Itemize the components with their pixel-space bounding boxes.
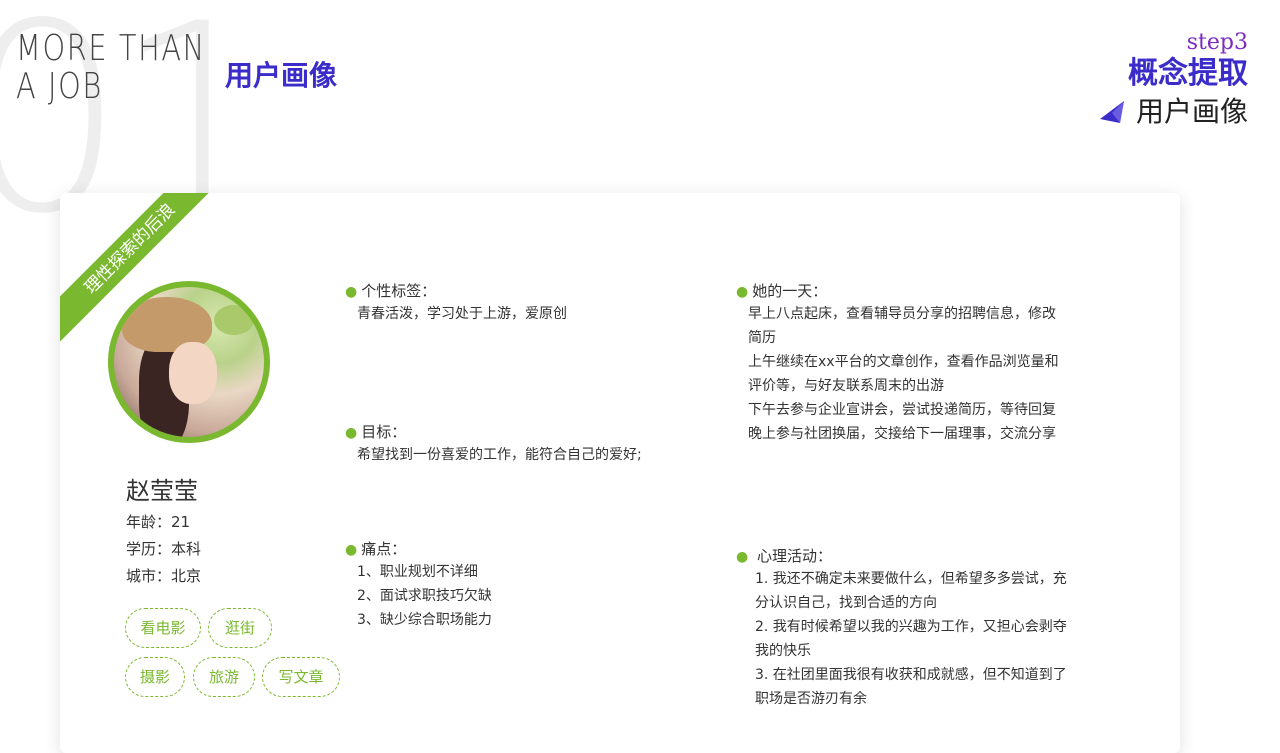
brand-logo: MORE THAN A JOB [16, 30, 206, 106]
brand-line-2: A JOB [16, 66, 103, 107]
tags-section-title: 个性标签： [361, 282, 437, 300]
hobby-tag: 逛街 [208, 608, 272, 648]
step-label: step3 [1186, 30, 1248, 55]
step-subtitle: 用户画像 [1135, 95, 1248, 128]
hobby-tag: 看电影 [125, 608, 201, 648]
day-section-line: 上午继续在xx平台的文章创作，查看作品浏览量和 [748, 354, 1059, 370]
step-subtitle-row: 用户画像 [1098, 92, 1248, 132]
goal-section-line: 希望找到一份喜爱的工作，能符合自己的爱好; [357, 447, 642, 463]
persona-city: 城市：北京 [126, 567, 202, 585]
day-section-title: 她的一天： [752, 282, 828, 300]
mind-section: ● 心理活动： 1. 我还不确定未来要做什么，但希望多多尝试，充 分认识自己，找… [736, 546, 1067, 711]
mind-section-line: 分认识自己，找到合适的方向 [755, 595, 937, 611]
hobby-tag: 写文章 [262, 657, 340, 697]
step-title: 概念提取 [1128, 56, 1248, 91]
day-section-line: 评价等，与好友联系周末的出游 [748, 378, 944, 394]
mind-section-line: 2. 我有时候希望以我的兴趣为工作，又担心会剥夺 [755, 619, 1067, 635]
step-header: step3 概念提取 用户画像 [1098, 30, 1248, 132]
mind-section-line: 职场是否游刃有余 [755, 691, 867, 707]
pain-section-line: 1、职业规划不详细 [357, 564, 478, 580]
avatar [108, 281, 270, 443]
persona-age: 年龄：21 [126, 513, 191, 531]
hobby-tag: 旅游 [193, 657, 255, 697]
day-section-line: 简历 [748, 330, 776, 346]
hobby-tag: 摄影 [125, 657, 185, 697]
pain-section-title: 痛点： [361, 540, 407, 558]
persona-education: 学历：本科 [126, 540, 202, 558]
pain-section-line: 3、缺少综合职场能力 [357, 612, 492, 628]
triangle-arrow-icon [1099, 101, 1124, 123]
day-section-line: 早上八点起床，查看辅导员分享的招聘信息，修改 [748, 306, 1056, 322]
tags-section-line: 青春活泼，学习处于上游，爱原创 [357, 306, 567, 322]
day-section: ● 她的一天： 早上八点起床，查看辅导员分享的招聘信息，修改 简历 上午继续在xx… [736, 281, 1059, 446]
tags-section: ● 个性标签： 青春活泼，学习处于上游，爱原创 [345, 281, 567, 326]
day-section-line: 晚上参与社团换届，交接给下一届理事，交流分享 [748, 426, 1056, 442]
persona-name: 赵莹莹 [126, 477, 198, 505]
brand-line-1: MORE THAN [16, 28, 206, 69]
pain-section-line: 2、面试求职技巧欠缺 [357, 588, 492, 604]
mind-section-title: 心理活动： [757, 547, 833, 565]
goal-section: ● 目标： 希望找到一份喜爱的工作，能符合自己的爱好; [345, 422, 642, 467]
day-section-line: 下午去参与企业宣讲会，尝试投递简历，等待回复 [748, 402, 1056, 418]
goal-section-title: 目标： [361, 423, 407, 441]
persona-card: 理性探索的后浪 赵莹莹 年龄：21 学历：本科 城市：北京 看电影 逛街 摄影 … [60, 193, 1180, 753]
mind-section-line: 1. 我还不确定未来要做什么，但希望多多尝试，充 [755, 571, 1067, 587]
section-title: 用户画像 [225, 59, 338, 92]
pain-section: ● 痛点： 1、职业规划不详细 2、面试求职技巧欠缺 3、缺少综合职场能力 [345, 539, 492, 632]
mind-section-line: 我的快乐 [755, 643, 811, 659]
mind-section-line: 3. 在社团里面我很有收获和成就感，但不知道到了 [755, 667, 1067, 683]
